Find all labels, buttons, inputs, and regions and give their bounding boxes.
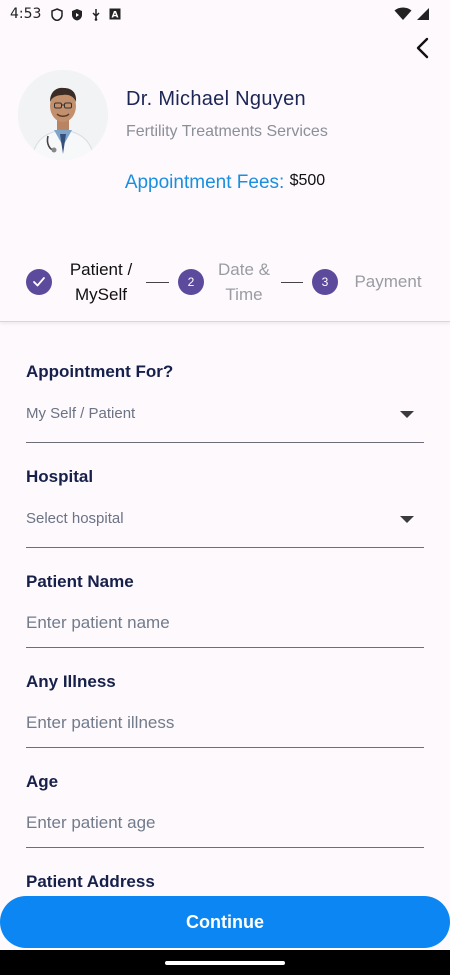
shield-icon: [51, 7, 64, 21]
step-3-indicator: 3: [312, 269, 338, 295]
doctor-name: Dr. Michael Nguyen: [126, 88, 306, 110]
step-2-indicator: 2: [178, 269, 204, 295]
play-protect-icon: [72, 8, 83, 20]
illness-input[interactable]: [26, 706, 424, 740]
svg-text:A: A: [112, 11, 119, 21]
step-connector: [281, 282, 303, 283]
fees-label: Appointment Fees:: [124, 172, 285, 193]
hospital-label: Hospital: [26, 467, 94, 486]
continue-button[interactable]: Continue: [0, 896, 450, 948]
status-bar: 4:53 A: [0, 0, 450, 28]
appointment-for-label: Appointment For?: [26, 362, 174, 381]
status-notification-icons: A: [51, 7, 121, 21]
wifi-icon: [394, 7, 412, 20]
doctor-portrait-image: [18, 70, 108, 160]
patient-name-field-container: [26, 602, 424, 648]
step-1-label[interactable]: Patient / MySelf: [60, 257, 142, 307]
appointment-for-dropdown[interactable]: My Self / Patient: [26, 399, 424, 443]
fees-value: $500: [289, 172, 326, 189]
status-system-icons: [394, 7, 440, 21]
step-1-done-indicator: [26, 269, 52, 295]
patient-name-label: Patient Name: [26, 572, 134, 591]
status-time: 4:53: [10, 6, 42, 22]
doctor-specialty: Fertility Treatments Services: [126, 123, 328, 140]
text-icon: A: [109, 8, 121, 20]
hospital-dropdown[interactable]: Select hospital: [26, 504, 424, 548]
appointment-fees: Appointment Fees: $500: [0, 172, 450, 194]
step-3-label[interactable]: Payment: [348, 269, 428, 294]
age-field-container: [26, 802, 424, 848]
patient-name-input[interactable]: [26, 606, 424, 640]
check-icon: [33, 277, 45, 287]
illness-label: Any Illness: [26, 672, 116, 691]
doctor-avatar: [18, 70, 108, 160]
back-button[interactable]: [408, 34, 436, 62]
step-connector: [146, 282, 169, 283]
back-arrow-icon: [416, 37, 429, 59]
dropdown-caret-icon: [400, 411, 414, 418]
age-label: Age: [26, 772, 59, 791]
booking-stepper: Patient / MySelf 2 Date & Time 3 Payment: [0, 252, 450, 322]
usb-icon: [92, 8, 100, 21]
appointment-for-value: My Self / Patient: [26, 405, 136, 422]
illness-field-container: [26, 702, 424, 748]
patient-address-label: Patient Address: [26, 872, 155, 891]
age-input[interactable]: [26, 806, 424, 840]
signal-icon: [417, 8, 429, 20]
home-gesture-handle[interactable]: [165, 961, 285, 965]
hospital-value: Select hospital: [26, 510, 124, 527]
step-2-label[interactable]: Date & Time: [212, 257, 276, 307]
dropdown-caret-icon: [400, 516, 414, 523]
